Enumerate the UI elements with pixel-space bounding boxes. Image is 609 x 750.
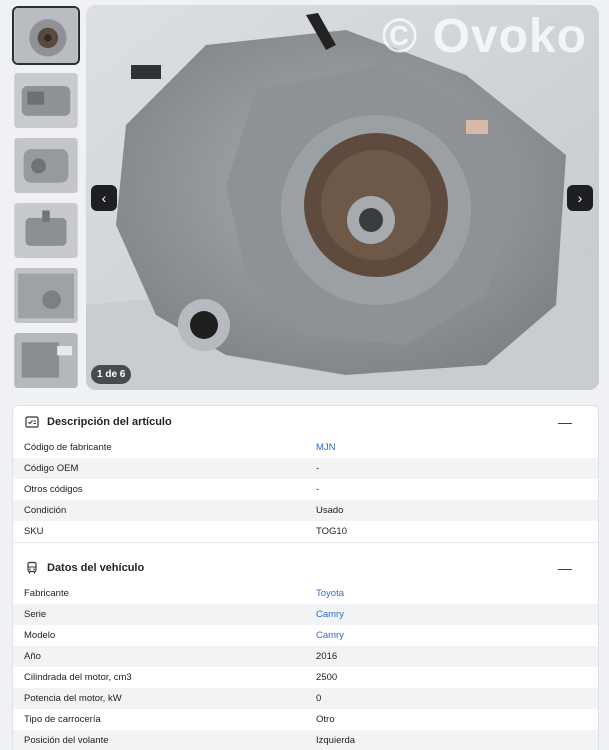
row-label: SKU — [24, 526, 44, 537]
table-row: SKU TOG10 — [13, 521, 598, 542]
description-header[interactable]: Descripción del artículo — — [13, 406, 598, 437]
row-value: Usado — [316, 505, 344, 516]
thumbnail-5[interactable] — [12, 266, 80, 325]
table-row: Año 2016 — [13, 646, 598, 667]
row-value-link[interactable]: Camry — [316, 609, 344, 620]
thumbnail-3[interactable] — [12, 136, 80, 195]
car-icon — [25, 561, 39, 575]
chevron-left-icon: ‹ — [101, 190, 107, 206]
thumbnail-4[interactable] — [12, 201, 80, 260]
table-row: Otros códigos - — [13, 479, 598, 500]
thumbnail-strip — [12, 6, 82, 396]
table-row: Posición del volante Izquierda — [13, 730, 598, 750]
row-label: Modelo — [24, 630, 56, 641]
row-label: Condición — [24, 505, 67, 516]
row-value-link[interactable]: MJN — [316, 442, 336, 453]
table-row: Cilindrada del motor, cm3 2500 — [13, 667, 598, 688]
row-value: 2016 — [316, 651, 338, 662]
table-row: Modelo Camry — [13, 625, 598, 646]
image-counter: 1 de 6 — [91, 365, 132, 384]
row-label: Otros códigos — [24, 484, 83, 495]
details-card: Descripción del artículo — Código de fab… — [12, 405, 599, 750]
table-row: Potencia del motor, kW 0 — [13, 688, 598, 709]
vehicle-header[interactable]: Datos del vehículo — — [13, 552, 598, 583]
table-row: Fabricante Toyota — [13, 583, 598, 604]
previous-image-button[interactable]: ‹ — [91, 185, 117, 211]
row-label: Tipo de carrocería — [24, 714, 101, 725]
row-label: Serie — [24, 609, 47, 620]
row-label: Cilindrada del motor, cm3 — [24, 672, 132, 683]
section-title: Descripción del artículo — [47, 415, 172, 428]
section-title: Datos del vehículo — [47, 561, 145, 574]
thumbnail-6[interactable] — [12, 331, 80, 390]
row-label: Fabricante — [24, 588, 69, 599]
table-row: Serie Camry — [13, 604, 598, 625]
row-value: TOG10 — [316, 526, 347, 537]
row-value: - — [316, 484, 320, 495]
checklist-icon — [25, 415, 39, 429]
row-value: 2500 — [316, 672, 338, 683]
row-label: Potencia del motor, kW — [24, 693, 122, 704]
watermark: © Ovoko — [381, 10, 587, 63]
next-image-button[interactable]: › — [567, 185, 593, 211]
row-value: Izquierda — [316, 735, 356, 746]
table-row: Condición Usado — [13, 500, 598, 521]
thumbnail-1[interactable] — [12, 6, 80, 65]
table-row: Tipo de carrocería Otro — [13, 709, 598, 730]
table-row: Código de fabricante MJN — [13, 437, 598, 458]
main-image: © Ovoko ‹ › 1 de 6 — [86, 5, 599, 390]
row-label: Posición del volante — [24, 735, 109, 746]
row-value: Otro — [316, 714, 335, 725]
thumbnail-2[interactable] — [12, 71, 80, 130]
vehicle-table: Fabricante Toyota Serie Camry Modelo Camry Año… — [13, 583, 598, 750]
table-row: Código OEM - — [13, 458, 598, 479]
row-value-link[interactable]: Camry — [316, 630, 344, 641]
row-label: Código de fabricante — [24, 442, 112, 453]
row-label: Año — [24, 651, 41, 662]
divider — [13, 542, 598, 552]
collapse-icon[interactable]: — — [558, 414, 572, 430]
description-table: Código de fabricante MJN Código OEM - Otros … — [13, 437, 598, 542]
chevron-right-icon: › — [577, 190, 583, 206]
row-label: Código OEM — [24, 463, 79, 474]
row-value-link[interactable]: Toyota — [316, 588, 344, 599]
row-value: 0 — [316, 693, 322, 704]
row-value: - — [316, 463, 320, 474]
collapse-icon[interactable]: — — [558, 560, 572, 576]
